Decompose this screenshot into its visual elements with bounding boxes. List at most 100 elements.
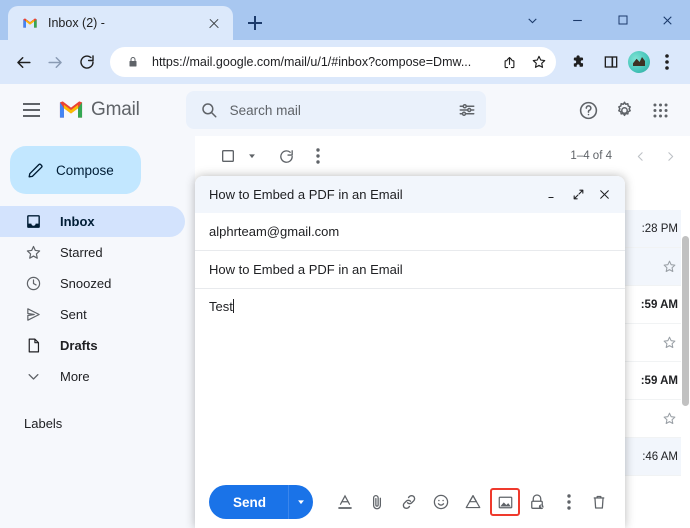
tune-icon[interactable] [458, 101, 476, 119]
gmail-logo[interactable]: Gmail [58, 99, 140, 121]
bookmark-star-icon[interactable] [528, 51, 550, 73]
compose-subject-field[interactable]: How to Embed a PDF in an Email [195, 251, 625, 289]
send-button[interactable]: Send [209, 485, 314, 519]
select-chevron-down-icon[interactable] [243, 141, 261, 171]
mail-timestamp: :46 AM [642, 450, 678, 463]
mail-timestamp: :59 AM [640, 374, 678, 387]
star-outline-icon[interactable] [658, 335, 680, 350]
sidebar-item-label: Starred [60, 245, 103, 260]
insert-photo-icon[interactable] [490, 488, 521, 516]
gmail-header-actions [572, 94, 676, 126]
gmail-sidebar: Compose Inbox Starred Snoozed Sent Draft… [0, 136, 195, 528]
insert-emoji-icon[interactable] [426, 487, 456, 517]
profile-avatar[interactable] [628, 51, 650, 73]
lock-icon [122, 51, 144, 73]
puzzle-icon[interactable] [564, 47, 594, 77]
three-dot-menu-icon[interactable] [652, 47, 682, 77]
gear-icon[interactable] [608, 94, 640, 126]
mail-list-scrollbar[interactable] [681, 176, 690, 528]
popout-icon[interactable] [567, 184, 589, 206]
chevron-left-icon[interactable] [626, 142, 654, 170]
sidebar-item-label: More [60, 369, 90, 384]
discard-draft-trash-icon[interactable] [585, 487, 613, 517]
sidebar-item-starred[interactable]: Starred [0, 237, 185, 268]
star-outline-icon[interactable] [658, 411, 680, 426]
sidebar-item-drafts[interactable]: Drafts [0, 330, 185, 361]
gmail-page: Gmail Search mail Compose Inbox Starred … [0, 84, 690, 528]
close-icon[interactable] [645, 0, 690, 40]
insert-link-icon[interactable] [394, 487, 424, 517]
send-button-label: Send [233, 494, 267, 510]
compose-to-value: alphrteam@gmail.com [209, 224, 340, 239]
compose-header: How to Embed a PDF in an Email [195, 176, 625, 213]
compose-body-value: Test [209, 299, 233, 314]
close-tab-icon[interactable] [205, 14, 223, 32]
star-outline-icon[interactable] [658, 259, 680, 274]
formatting-options-icon[interactable] [330, 487, 360, 517]
browser-tabstrip: Inbox (2) - [0, 0, 690, 40]
forward-arrow-icon[interactable] [40, 47, 70, 77]
mail-timestamp: :28 PM [641, 222, 678, 235]
browser-window: Inbox (2) - https://mail.google.com/mail… [0, 0, 690, 528]
inbox-icon [24, 213, 42, 231]
attach-file-icon[interactable] [362, 487, 392, 517]
scrollbar-thumb[interactable] [682, 236, 689, 406]
close-icon[interactable] [593, 184, 615, 206]
maximize-icon[interactable] [600, 0, 645, 40]
compose-title: How to Embed a PDF in an Email [209, 187, 403, 202]
tab-title: Inbox (2) - [48, 16, 105, 30]
minimize-icon[interactable] [555, 0, 600, 40]
sidebar-item-label: Drafts [60, 338, 98, 353]
hamburger-icon[interactable] [14, 93, 48, 127]
select-all-control[interactable] [213, 141, 261, 171]
tab-search-chevron-down-icon[interactable] [510, 0, 555, 40]
gmail-wordmark: Gmail [91, 99, 140, 120]
three-dot-menu-icon[interactable] [303, 141, 333, 171]
chevron-right-icon[interactable] [656, 142, 684, 170]
drafts-icon [24, 337, 42, 355]
mail-list-toolbar: 1–4 of 4 [195, 136, 690, 176]
sidebar-item-more[interactable]: More [0, 361, 185, 392]
apps-grid-icon[interactable] [644, 94, 676, 126]
reload-icon[interactable] [72, 47, 102, 77]
mail-timestamp: :59 AM [640, 298, 678, 311]
pagination-count: 1–4 of 4 [570, 150, 612, 162]
minimize-icon[interactable] [541, 184, 563, 206]
gmail-header: Gmail [0, 84, 690, 136]
confidential-mode-icon[interactable] [522, 487, 552, 517]
compose-button[interactable]: Compose [10, 146, 141, 194]
insert-drive-icon[interactable] [458, 487, 488, 517]
sidebar-item-snoozed[interactable]: Snoozed [0, 268, 185, 299]
window-controls [510, 0, 690, 40]
compose-window: How to Embed a PDF in an Email alphrteam… [195, 176, 625, 528]
search-icon [200, 101, 218, 119]
send-icon [24, 306, 42, 324]
sidebar-item-inbox[interactable]: Inbox [0, 206, 185, 237]
compose-body-field[interactable]: Test [195, 289, 625, 476]
sidebar-item-sent[interactable]: Sent [0, 299, 185, 330]
address-bar[interactable]: https://mail.google.com/mail/u/1/#inbox?… [110, 47, 556, 77]
new-tab-button[interactable] [241, 9, 269, 37]
compose-subject-value: How to Embed a PDF in an Email [209, 262, 403, 277]
help-icon[interactable] [572, 94, 604, 126]
more-options-icon[interactable] [554, 487, 584, 517]
send-options-chevron-down-icon[interactable] [289, 485, 313, 519]
refresh-icon[interactable] [271, 141, 301, 171]
share-icon[interactable] [498, 51, 520, 73]
compose-button-label: Compose [56, 162, 114, 178]
gmail-favicon [22, 15, 38, 31]
browser-tab[interactable]: Inbox (2) - [8, 6, 233, 40]
search-input[interactable] [229, 102, 446, 118]
back-arrow-icon[interactable] [8, 47, 38, 77]
clock-icon [24, 275, 42, 293]
chevron-down-icon [24, 368, 42, 386]
browser-toolbar: https://mail.google.com/mail/u/1/#inbox?… [0, 40, 690, 84]
compose-to-field[interactable]: alphrteam@gmail.com [195, 213, 625, 251]
sidebar-item-label: Snoozed [60, 276, 112, 291]
labels-heading: Labels [24, 416, 63, 431]
search-mail-bar[interactable] [185, 91, 486, 129]
checkbox-icon[interactable] [213, 141, 243, 171]
side-panel-icon[interactable] [596, 47, 626, 77]
sidebar-item-label: Sent [60, 307, 87, 322]
pagination-controls: 1–4 of 4 [570, 142, 684, 170]
